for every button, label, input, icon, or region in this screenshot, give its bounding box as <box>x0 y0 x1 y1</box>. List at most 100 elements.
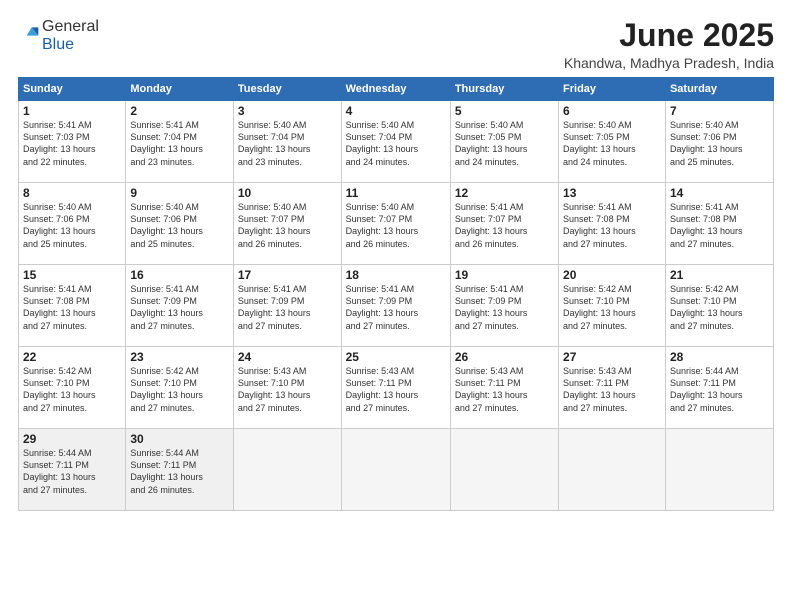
day-number: 5 <box>455 104 554 118</box>
day-number: 9 <box>130 186 229 200</box>
calendar-cell <box>341 429 450 511</box>
calendar-cell: 3Sunrise: 5:40 AMSunset: 7:04 PMDaylight… <box>233 101 341 183</box>
day-detail: Sunrise: 5:40 AMSunset: 7:06 PMDaylight:… <box>130 201 229 250</box>
calendar-header-tuesday: Tuesday <box>233 78 341 101</box>
calendar-cell: 12Sunrise: 5:41 AMSunset: 7:07 PMDayligh… <box>450 183 558 265</box>
day-number: 30 <box>130 432 229 446</box>
day-detail: Sunrise: 5:43 AMSunset: 7:10 PMDaylight:… <box>238 365 337 414</box>
logo-icon <box>20 24 40 44</box>
calendar-header-monday: Monday <box>126 78 234 101</box>
day-detail: Sunrise: 5:41 AMSunset: 7:09 PMDaylight:… <box>130 283 229 332</box>
calendar-header-thursday: Thursday <box>450 78 558 101</box>
calendar-week-3: 15Sunrise: 5:41 AMSunset: 7:08 PMDayligh… <box>19 265 774 347</box>
day-number: 17 <box>238 268 337 282</box>
day-detail: Sunrise: 5:41 AMSunset: 7:04 PMDaylight:… <box>130 119 229 168</box>
day-detail: Sunrise: 5:43 AMSunset: 7:11 PMDaylight:… <box>563 365 661 414</box>
day-number: 11 <box>346 186 446 200</box>
calendar-week-2: 8Sunrise: 5:40 AMSunset: 7:06 PMDaylight… <box>19 183 774 265</box>
calendar-cell: 19Sunrise: 5:41 AMSunset: 7:09 PMDayligh… <box>450 265 558 347</box>
calendar-cell: 17Sunrise: 5:41 AMSunset: 7:09 PMDayligh… <box>233 265 341 347</box>
day-detail: Sunrise: 5:44 AMSunset: 7:11 PMDaylight:… <box>130 447 229 496</box>
day-number: 19 <box>455 268 554 282</box>
day-detail: Sunrise: 5:42 AMSunset: 7:10 PMDaylight:… <box>670 283 769 332</box>
day-number: 24 <box>238 350 337 364</box>
day-detail: Sunrise: 5:44 AMSunset: 7:11 PMDaylight:… <box>23 447 121 496</box>
day-number: 8 <box>23 186 121 200</box>
logo: General Blue <box>18 18 99 54</box>
calendar-cell: 5Sunrise: 5:40 AMSunset: 7:05 PMDaylight… <box>450 101 558 183</box>
day-number: 16 <box>130 268 229 282</box>
calendar-week-4: 22Sunrise: 5:42 AMSunset: 7:10 PMDayligh… <box>19 347 774 429</box>
calendar-cell: 16Sunrise: 5:41 AMSunset: 7:09 PMDayligh… <box>126 265 234 347</box>
day-detail: Sunrise: 5:43 AMSunset: 7:11 PMDaylight:… <box>455 365 554 414</box>
calendar-header-wednesday: Wednesday <box>341 78 450 101</box>
calendar-cell: 30Sunrise: 5:44 AMSunset: 7:11 PMDayligh… <box>126 429 234 511</box>
day-number: 26 <box>455 350 554 364</box>
header: General Blue June 2025 Khandwa, Madhya P… <box>18 18 774 71</box>
calendar-cell <box>559 429 666 511</box>
day-number: 18 <box>346 268 446 282</box>
calendar-cell: 13Sunrise: 5:41 AMSunset: 7:08 PMDayligh… <box>559 183 666 265</box>
day-detail: Sunrise: 5:41 AMSunset: 7:08 PMDaylight:… <box>23 283 121 332</box>
calendar-cell: 29Sunrise: 5:44 AMSunset: 7:11 PMDayligh… <box>19 429 126 511</box>
calendar-cell: 23Sunrise: 5:42 AMSunset: 7:10 PMDayligh… <box>126 347 234 429</box>
day-number: 6 <box>563 104 661 118</box>
calendar-week-5: 29Sunrise: 5:44 AMSunset: 7:11 PMDayligh… <box>19 429 774 511</box>
calendar-cell: 15Sunrise: 5:41 AMSunset: 7:08 PMDayligh… <box>19 265 126 347</box>
day-detail: Sunrise: 5:41 AMSunset: 7:08 PMDaylight:… <box>563 201 661 250</box>
day-detail: Sunrise: 5:40 AMSunset: 7:07 PMDaylight:… <box>346 201 446 250</box>
day-detail: Sunrise: 5:43 AMSunset: 7:11 PMDaylight:… <box>346 365 446 414</box>
calendar-cell: 8Sunrise: 5:40 AMSunset: 7:06 PMDaylight… <box>19 183 126 265</box>
calendar-header-friday: Friday <box>559 78 666 101</box>
calendar-cell: 28Sunrise: 5:44 AMSunset: 7:11 PMDayligh… <box>665 347 773 429</box>
day-detail: Sunrise: 5:41 AMSunset: 7:09 PMDaylight:… <box>455 283 554 332</box>
calendar-cell: 2Sunrise: 5:41 AMSunset: 7:04 PMDaylight… <box>126 101 234 183</box>
day-number: 1 <box>23 104 121 118</box>
day-number: 21 <box>670 268 769 282</box>
day-number: 14 <box>670 186 769 200</box>
page: General Blue June 2025 Khandwa, Madhya P… <box>0 0 792 612</box>
day-number: 23 <box>130 350 229 364</box>
day-number: 22 <box>23 350 121 364</box>
calendar-week-1: 1Sunrise: 5:41 AMSunset: 7:03 PMDaylight… <box>19 101 774 183</box>
calendar-cell: 24Sunrise: 5:43 AMSunset: 7:10 PMDayligh… <box>233 347 341 429</box>
day-detail: Sunrise: 5:40 AMSunset: 7:06 PMDaylight:… <box>23 201 121 250</box>
calendar-cell: 25Sunrise: 5:43 AMSunset: 7:11 PMDayligh… <box>341 347 450 429</box>
day-detail: Sunrise: 5:41 AMSunset: 7:03 PMDaylight:… <box>23 119 121 168</box>
day-detail: Sunrise: 5:40 AMSunset: 7:07 PMDaylight:… <box>238 201 337 250</box>
day-detail: Sunrise: 5:41 AMSunset: 7:09 PMDaylight:… <box>346 283 446 332</box>
day-detail: Sunrise: 5:40 AMSunset: 7:06 PMDaylight:… <box>670 119 769 168</box>
day-number: 25 <box>346 350 446 364</box>
calendar-cell: 22Sunrise: 5:42 AMSunset: 7:10 PMDayligh… <box>19 347 126 429</box>
day-detail: Sunrise: 5:41 AMSunset: 7:08 PMDaylight:… <box>670 201 769 250</box>
calendar-header-saturday: Saturday <box>665 78 773 101</box>
day-detail: Sunrise: 5:41 AMSunset: 7:07 PMDaylight:… <box>455 201 554 250</box>
day-number: 15 <box>23 268 121 282</box>
day-detail: Sunrise: 5:42 AMSunset: 7:10 PMDaylight:… <box>23 365 121 414</box>
logo-general: General <box>42 18 99 35</box>
day-detail: Sunrise: 5:42 AMSunset: 7:10 PMDaylight:… <box>130 365 229 414</box>
day-number: 10 <box>238 186 337 200</box>
calendar-cell: 26Sunrise: 5:43 AMSunset: 7:11 PMDayligh… <box>450 347 558 429</box>
day-number: 7 <box>670 104 769 118</box>
day-number: 29 <box>23 432 121 446</box>
calendar-cell: 20Sunrise: 5:42 AMSunset: 7:10 PMDayligh… <box>559 265 666 347</box>
calendar-cell: 11Sunrise: 5:40 AMSunset: 7:07 PMDayligh… <box>341 183 450 265</box>
calendar-header-sunday: Sunday <box>19 78 126 101</box>
day-number: 12 <box>455 186 554 200</box>
day-detail: Sunrise: 5:42 AMSunset: 7:10 PMDaylight:… <box>563 283 661 332</box>
day-detail: Sunrise: 5:41 AMSunset: 7:09 PMDaylight:… <box>238 283 337 332</box>
calendar-cell: 14Sunrise: 5:41 AMSunset: 7:08 PMDayligh… <box>665 183 773 265</box>
calendar-cell <box>233 429 341 511</box>
calendar-cell: 10Sunrise: 5:40 AMSunset: 7:07 PMDayligh… <box>233 183 341 265</box>
day-detail: Sunrise: 5:40 AMSunset: 7:05 PMDaylight:… <box>563 119 661 168</box>
logo-blue: Blue <box>42 36 74 53</box>
calendar-cell: 21Sunrise: 5:42 AMSunset: 7:10 PMDayligh… <box>665 265 773 347</box>
calendar-cell: 27Sunrise: 5:43 AMSunset: 7:11 PMDayligh… <box>559 347 666 429</box>
day-number: 4 <box>346 104 446 118</box>
day-number: 3 <box>238 104 337 118</box>
calendar-cell: 7Sunrise: 5:40 AMSunset: 7:06 PMDaylight… <box>665 101 773 183</box>
calendar-cell: 6Sunrise: 5:40 AMSunset: 7:05 PMDaylight… <box>559 101 666 183</box>
calendar-cell: 4Sunrise: 5:40 AMSunset: 7:04 PMDaylight… <box>341 101 450 183</box>
calendar-cell: 1Sunrise: 5:41 AMSunset: 7:03 PMDaylight… <box>19 101 126 183</box>
